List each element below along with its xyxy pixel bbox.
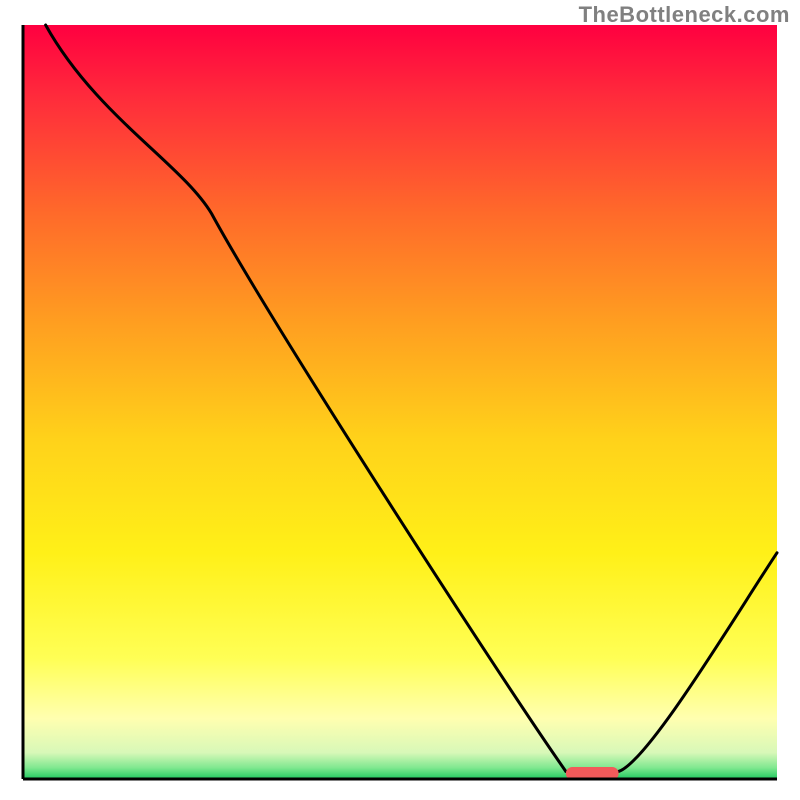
bottleneck-chart: TheBottleneck.com xyxy=(0,0,800,800)
watermark-text: TheBottleneck.com xyxy=(579,2,790,28)
chart-svg xyxy=(0,0,800,800)
plot-background xyxy=(23,25,777,779)
